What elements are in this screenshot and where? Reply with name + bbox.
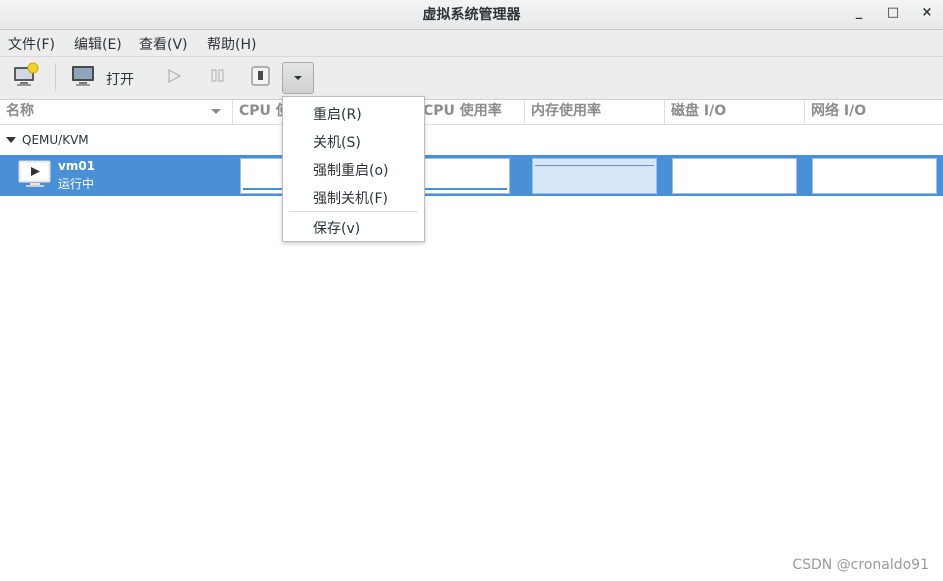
- column-memory[interactable]: 内存使用率: [524, 100, 664, 124]
- expander-icon[interactable]: [6, 136, 16, 144]
- play-icon: [168, 68, 182, 84]
- new-vm-icon: [14, 62, 39, 86]
- close-button[interactable]: ×: [916, 3, 938, 23]
- column-disk-io[interactable]: 磁盘 I/O: [664, 100, 804, 124]
- new-vm-button[interactable]: [12, 61, 40, 93]
- menu-force-reset[interactable]: 强制重启(o): [313, 160, 389, 180]
- menu-bar: 文件(F) 编辑(E) 查看(V) 帮助(H): [0, 30, 943, 57]
- open-label[interactable]: 打开: [106, 69, 134, 89]
- toolbar-separator: [55, 63, 56, 91]
- menu-view[interactable]: 查看(V): [139, 34, 188, 54]
- menu-edit[interactable]: 编辑(E): [74, 34, 122, 54]
- menu-help[interactable]: 帮助(H): [207, 34, 256, 54]
- run-button[interactable]: [164, 61, 184, 93]
- memory-usage-graph: [532, 158, 657, 194]
- open-button[interactable]: [70, 61, 98, 93]
- chevron-down-icon: [294, 76, 302, 80]
- menu-shutdown[interactable]: 关机(S): [313, 132, 361, 152]
- pause-icon: [211, 69, 224, 82]
- shutdown-menu: 重启(R) 关机(S) 强制重启(o) 强制关机(F) 保存(v): [282, 96, 425, 242]
- vm-name: vm01: [58, 159, 96, 173]
- disk-io-graph: [672, 158, 797, 194]
- window-title: 虚拟系统管理器: [422, 7, 521, 23]
- shutdown-icon: [251, 66, 270, 86]
- shutdown-dropdown-button[interactable]: [282, 62, 314, 94]
- vm-running-icon: [18, 160, 51, 187]
- menu-reboot[interactable]: 重启(R): [313, 104, 362, 124]
- maximize-button[interactable]: □: [882, 3, 904, 23]
- column-name[interactable]: 名称: [0, 100, 232, 124]
- menu-save[interactable]: 保存(v): [313, 218, 360, 238]
- connection-label: QEMU/KVM: [22, 133, 89, 147]
- watermark: CSDN @cronaldo91: [792, 557, 929, 573]
- title-bar: 虚拟系统管理器 _ □ ×: [0, 0, 943, 30]
- connection-row[interactable]: QEMU/KVM: [0, 126, 943, 154]
- menu-file[interactable]: 文件(F): [8, 34, 55, 54]
- vm-status: 运行中: [58, 177, 95, 191]
- pause-button[interactable]: [208, 61, 228, 93]
- vm-row[interactable]: vm01 运行中: [0, 155, 943, 196]
- column-header: 名称 CPU 使 CPU 使用率 内存使用率 磁盘 I/O 网络 I/O: [0, 100, 943, 125]
- column-host-cpu[interactable]: CPU 使用率: [417, 100, 524, 124]
- toolbar: 打开: [0, 57, 943, 100]
- menu-separator: [289, 211, 418, 212]
- shutdown-button[interactable]: [249, 61, 273, 93]
- minimize-button[interactable]: _: [848, 3, 870, 23]
- column-network-io[interactable]: 网络 I/O: [804, 100, 943, 124]
- menu-force-off[interactable]: 强制关机(F): [313, 188, 388, 208]
- network-io-graph: [812, 158, 937, 194]
- monitor-icon: [72, 66, 94, 86]
- sort-arrow-icon: [211, 109, 221, 114]
